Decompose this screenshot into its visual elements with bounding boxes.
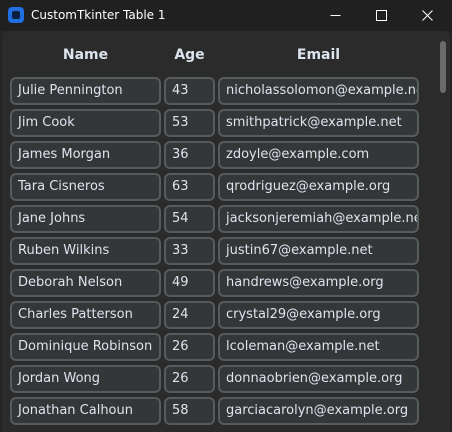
app-window: CustomTkinter Table 1 Name Age Email Jul… [0,0,452,432]
vertical-scrollbar[interactable] [438,37,448,432]
email-entry[interactable]: smithpatrick@example.net [218,109,419,137]
header-age: Age [174,47,205,63]
email-entry[interactable]: crystal29@example.org [218,301,419,329]
age-entry[interactable]: 24 [164,301,215,329]
email-entry[interactable]: justin67@example.net [218,237,419,265]
email-entry[interactable]: nicholassolomon@example.net [218,77,419,105]
name-entry[interactable]: Ruben Wilkins [10,237,161,265]
minimize-button[interactable] [313,0,359,31]
maximize-button[interactable] [359,0,405,31]
app-icon [8,7,24,23]
age-entry[interactable]: 58 [164,397,215,425]
maximize-icon [376,10,387,21]
email-entry[interactable]: lcoleman@example.net [218,333,419,361]
name-entry[interactable]: Julie Pennington [10,77,161,105]
name-entry[interactable]: Jane Johns [10,205,161,233]
age-entry[interactable]: 63 [164,173,215,201]
email-entry[interactable]: garciacarolyn@example.org [218,397,419,425]
name-entry[interactable]: Tara Cisneros [10,173,161,201]
age-entry[interactable]: 54 [164,205,215,233]
name-entry[interactable]: Charles Patterson [10,301,161,329]
title-bar[interactable]: CustomTkinter Table 1 [0,0,452,31]
age-entry[interactable]: 36 [164,141,215,169]
minimize-icon [330,15,341,16]
name-entry[interactable]: Jonathan Calhoun [10,397,161,425]
scrollbar-thumb[interactable] [440,41,446,93]
scrollable-table-frame[interactable]: Name Age Email Julie Pennington 43 nicho… [2,31,450,432]
name-entry[interactable]: Dominique Robinson [10,333,161,361]
name-entry[interactable]: Jordan Wong [10,365,161,393]
content-area: Name Age Email Julie Pennington 43 nicho… [0,31,452,432]
header-name: Name [62,47,109,63]
age-entry[interactable]: 43 [164,77,215,105]
email-entry[interactable]: zdoyle@example.com [218,141,419,169]
email-entry[interactable]: handrews@example.org [218,269,419,297]
email-entry[interactable]: jacksonjeremiah@example.net [218,205,419,233]
age-entry[interactable]: 33 [164,237,215,265]
age-entry[interactable]: 53 [164,109,215,137]
name-entry[interactable]: Deborah Nelson [10,269,161,297]
age-entry[interactable]: 26 [164,333,215,361]
age-entry[interactable]: 26 [164,365,215,393]
header-email: Email [296,47,341,63]
name-entry[interactable]: James Morgan [10,141,161,169]
name-entry[interactable]: Jim Cook [10,109,161,137]
email-entry[interactable]: qrodriguez@example.org [218,173,419,201]
close-icon [422,10,433,21]
window-title: CustomTkinter Table 1 [31,8,166,22]
email-entry[interactable]: donnaobrien@example.org [218,365,419,393]
close-button[interactable] [405,0,451,31]
age-entry[interactable]: 49 [164,269,215,297]
